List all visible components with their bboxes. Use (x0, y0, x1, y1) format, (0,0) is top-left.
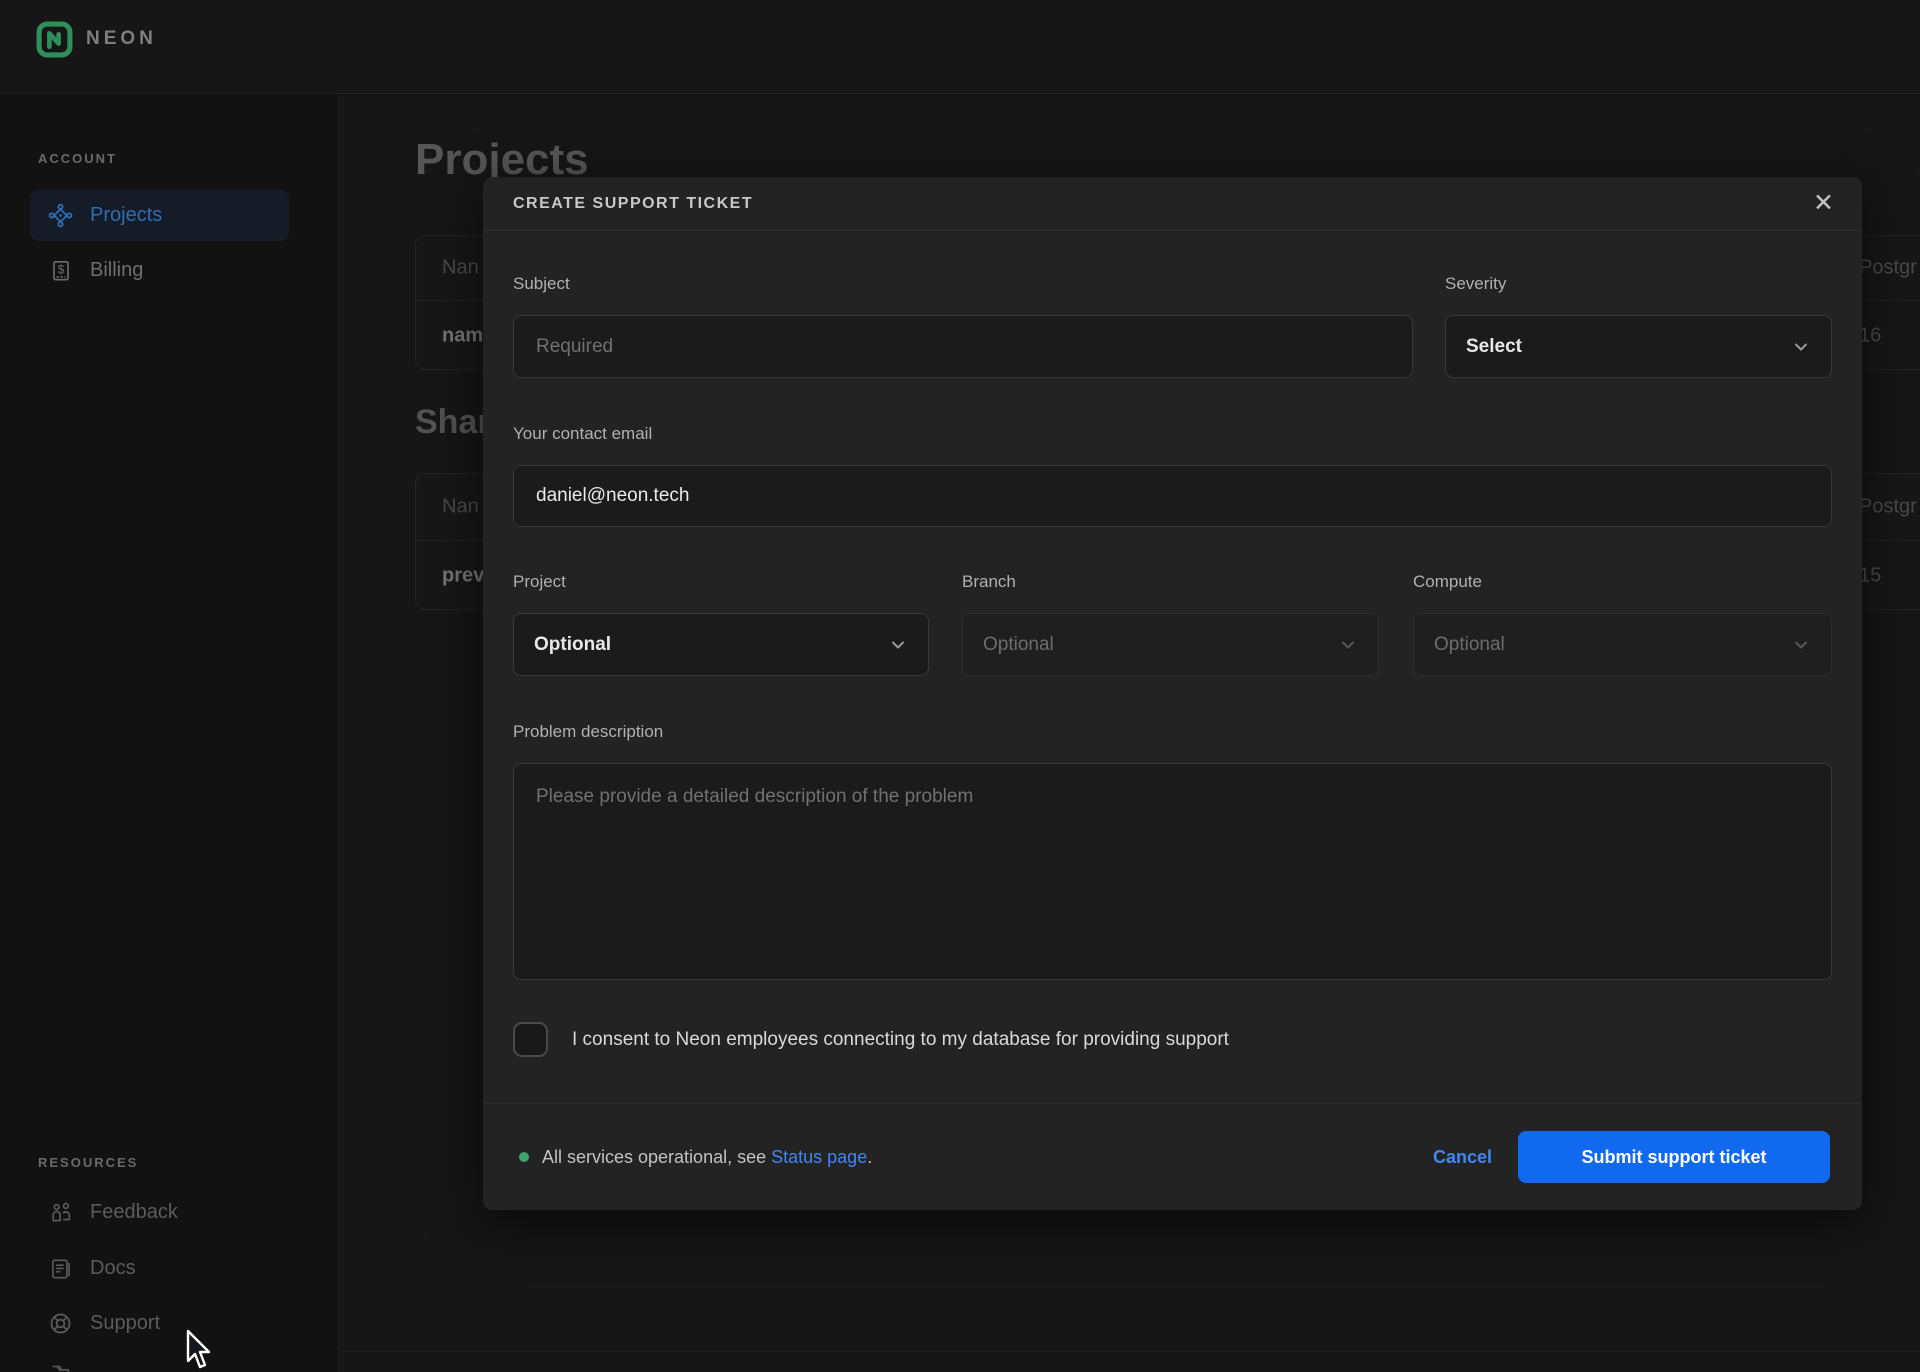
compute-field: Compute Optional (1413, 572, 1832, 676)
svg-text:$: $ (57, 262, 64, 276)
compute-select[interactable]: Optional (1413, 613, 1832, 676)
branch-value: Optional (983, 634, 1054, 656)
chevron-down-icon (1791, 635, 1811, 655)
status-dot-icon (519, 1152, 529, 1162)
modal-title: CREATE SUPPORT TICKET (513, 195, 753, 213)
severity-select[interactable]: Select (1445, 315, 1832, 378)
project-value: Optional (534, 634, 611, 656)
sidebar-item-label: Docs (90, 1257, 136, 1280)
description-label: Problem description (513, 722, 1832, 742)
sidebar-section-account: ACCOUNT (38, 151, 117, 166)
create-support-ticket-modal: CREATE SUPPORT TICKET ✕ Subject Severity… (483, 177, 1862, 1210)
project-label: Project (513, 572, 929, 592)
subject-input[interactable] (513, 315, 1413, 378)
modal-footer: All services operational, see Status pag… (483, 1103, 1862, 1210)
top-bar: NEON (0, 0, 1920, 94)
status-text-suffix: . (867, 1147, 872, 1167)
project-field: Project Optional (513, 572, 929, 676)
content-divider (340, 1351, 1920, 1352)
table-cell: 16 (1859, 324, 1881, 347)
subject-field: Subject (513, 274, 1413, 378)
branch-select[interactable]: Optional (962, 613, 1379, 676)
sidebar-section-resources: RESOURCES (38, 1155, 138, 1170)
description-field: Problem description (513, 722, 1832, 985)
support-icon (47, 1310, 74, 1337)
branch-field: Branch Optional (962, 572, 1379, 676)
status-text-prefix: All services operational, see (542, 1147, 771, 1167)
project-select[interactable]: Optional (513, 613, 929, 676)
subject-label: Subject (513, 274, 1413, 294)
sidebar-item-billing[interactable]: $ Billing (30, 245, 289, 296)
chevron-down-icon (888, 635, 908, 655)
compute-value: Optional (1434, 634, 1505, 656)
cancel-button[interactable]: Cancel (1433, 1147, 1492, 1168)
modal-header: CREATE SUPPORT TICKET ✕ (483, 177, 1862, 231)
sidebar-item-support[interactable]: Support (30, 1298, 289, 1349)
email-label: Your contact email (513, 424, 1832, 444)
docs-icon (47, 1255, 74, 1282)
description-textarea[interactable] (513, 763, 1832, 980)
chevron-down-icon (1338, 635, 1358, 655)
table-cell: prev (442, 564, 484, 587)
sidebar-item-label: Billing (90, 259, 143, 282)
sidebar-item-docs[interactable]: Docs (30, 1243, 289, 1294)
sidebar-item-projects[interactable]: Projects (30, 190, 289, 241)
sidebar-item-label: Support (90, 1312, 160, 1335)
sidebar-item-label: Feedback (90, 1201, 178, 1224)
sidebar-item-feedback[interactable]: Feedback (30, 1187, 289, 1238)
consent-label: I consent to Neon employees connecting t… (572, 1029, 1229, 1051)
sidebar: ACCOUNT Projects $ Billing RESOURCES (0, 95, 339, 1372)
status-text: All services operational, see Status pag… (542, 1147, 872, 1168)
projects-icon (47, 202, 74, 229)
table-header-cell: Nan (442, 496, 479, 519)
consent-row: I consent to Neon employees connecting t… (513, 1022, 1229, 1057)
status-page-link[interactable]: Status page (771, 1147, 867, 1167)
email-field: Your contact email (513, 424, 1832, 527)
feedback-icon (47, 1199, 74, 1226)
table-header-cell: Postgr (1859, 257, 1917, 280)
table-header-cell: Postgr (1859, 496, 1917, 519)
severity-field: Severity Select (1445, 274, 1832, 378)
close-icon[interactable]: ✕ (1809, 187, 1838, 220)
compute-label: Compute (1413, 572, 1832, 592)
email-input[interactable] (513, 465, 1832, 527)
severity-value: Select (1466, 336, 1522, 358)
table-cell: 15 (1859, 564, 1881, 587)
brand-wordmark: NEON (86, 28, 157, 50)
table-header-cell: Nan (442, 257, 479, 280)
severity-label: Severity (1445, 274, 1832, 294)
partial-item-icon[interactable] (47, 1362, 74, 1372)
branch-label: Branch (962, 572, 1379, 592)
table-cell: nam (442, 324, 483, 347)
shared-section-title: Shar (415, 403, 491, 442)
neon-logo-icon[interactable] (36, 21, 73, 63)
chevron-down-icon (1791, 337, 1811, 357)
sidebar-item-label: Projects (90, 204, 162, 227)
billing-icon: $ (47, 257, 74, 284)
submit-support-ticket-button[interactable]: Submit support ticket (1518, 1131, 1830, 1183)
consent-checkbox[interactable] (513, 1022, 548, 1057)
